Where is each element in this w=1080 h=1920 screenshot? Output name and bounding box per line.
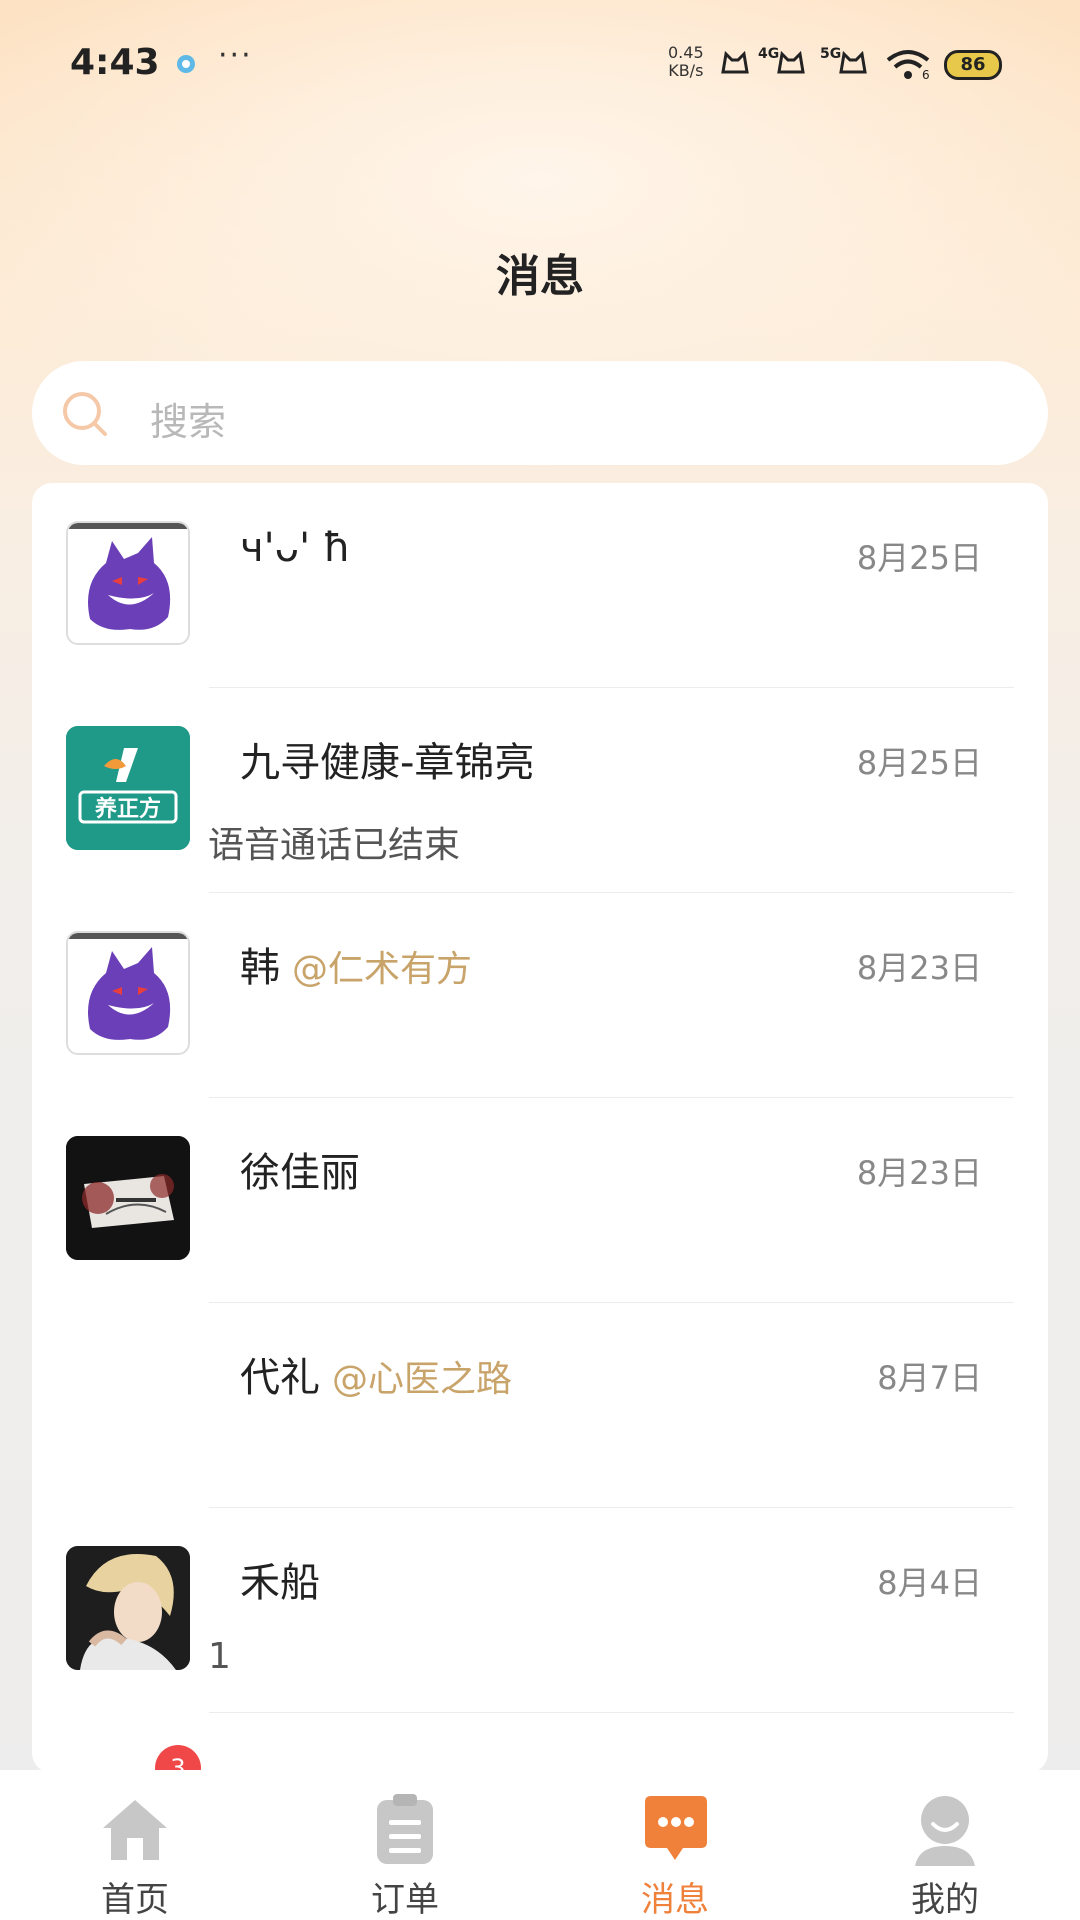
profile-icon — [905, 1790, 985, 1870]
organization-tag: @心医之路 — [332, 1359, 513, 1400]
conversation-date: 8月23日 — [856, 949, 982, 987]
wifi-icon: 6 — [884, 48, 932, 86]
conversation-item[interactable]: 养正方 九寻健康-章锦亮 8月25日 语音通话已结束 — [32, 688, 1048, 893]
search-icon — [60, 389, 110, 439]
page-title: 消息 — [496, 251, 584, 302]
conversation-date: 8月25日 — [856, 539, 982, 577]
logo-avatar-image: 养正方 — [66, 726, 190, 850]
search-placeholder: 搜索 — [150, 400, 227, 444]
net-speed-value: 0.45 — [668, 43, 704, 62]
avatar: 养正方 — [66, 726, 190, 850]
conversation-list: ч'ᴗ' ħ 8月25日 养正方 九寻健康-章锦亮 8月25日 语音通话已结束 — [32, 483, 1048, 1773]
signal-4g-icon — [774, 48, 808, 78]
search-input[interactable]: 搜索 — [32, 361, 1048, 465]
nav-label: 消息 — [641, 1880, 709, 1920]
floral-avatar-image — [66, 1136, 190, 1260]
conversation-name: 禾船 — [240, 1550, 320, 1608]
nav-home[interactable]: 首页 — [55, 1784, 215, 1920]
avatar — [66, 1136, 190, 1260]
nav-label: 首页 — [101, 1880, 169, 1920]
ghost-avatar-image — [68, 933, 188, 1053]
conversation-name: 韩 @仁术有方 — [240, 935, 472, 993]
nav-messages[interactable]: 消息 — [595, 1784, 755, 1920]
conversation-preview: 语音通话已结束 — [208, 825, 461, 866]
conversation-name: 代礼 @心医之路 — [240, 1345, 512, 1403]
svg-text:养正方: 养正方 — [94, 796, 161, 822]
conversation-name: 徐佳丽 — [240, 1140, 360, 1198]
ghost-avatar-image — [68, 523, 188, 643]
conversation-item[interactable]: 韩 @仁术有方 8月23日 — [32, 893, 1048, 1098]
conversation-date: 8月7日 — [877, 1359, 982, 1397]
name-text: 九寻健康-章锦亮 — [240, 740, 535, 786]
conversation-item[interactable]: 徐佳丽 8月23日 — [32, 1098, 1048, 1303]
conversation-name: 九寻健康-章锦亮 — [240, 730, 534, 788]
more-notifications-icon: ··· — [218, 38, 253, 73]
message-icon — [635, 1790, 715, 1870]
conversation-date: 8月4日 — [877, 1564, 982, 1602]
avatar — [66, 931, 190, 1055]
nav-orders[interactable]: 订单 — [325, 1784, 485, 1920]
nav-profile[interactable]: 我的 — [865, 1784, 1025, 1920]
nav-label: 订单 — [371, 1880, 439, 1920]
nav-label: 我的 — [911, 1880, 979, 1920]
conversation-preview: 1 — [208, 1636, 231, 1677]
net-speed-unit: KB/s — [668, 61, 704, 80]
status-bar: 4:43 ··· 0.45 KB/s 4G 5G 6 86 — [0, 0, 1080, 130]
order-icon — [365, 1790, 445, 1870]
cat-signal-icon — [718, 48, 752, 78]
battery-icon: 86 — [944, 50, 1002, 80]
avatar — [66, 1546, 190, 1670]
status-time: 4:43 — [70, 42, 160, 83]
name-text: 韩 — [240, 945, 280, 991]
home-icon — [95, 1790, 175, 1870]
conversation-item[interactable]: ч'ᴗ' ħ 8月25日 — [32, 483, 1048, 688]
conversation-item[interactable]: 代礼 @心医之路 8月7日 — [32, 1303, 1048, 1508]
conversation-item[interactable]: 禾船 8月4日 1 — [32, 1508, 1048, 1713]
conversation-date: 8月23日 — [856, 1154, 982, 1192]
name-text: 代礼 — [240, 1355, 320, 1401]
name-text: ч'ᴗ' ħ — [240, 525, 351, 571]
conversation-date: 8月25日 — [856, 744, 982, 782]
avatar — [66, 521, 190, 645]
app-notification-icon — [174, 52, 198, 82]
bottom-nav: 首页 订单 消息 我的 — [0, 1770, 1080, 1920]
network-speed: 0.45 KB/s — [668, 44, 704, 80]
divider — [209, 1712, 1014, 1713]
signal-5g-icon — [836, 48, 870, 78]
portrait-avatar-image — [66, 1546, 190, 1670]
name-text: 禾船 — [240, 1560, 320, 1606]
name-text: 徐佳丽 — [240, 1150, 360, 1196]
organization-tag: @仁术有方 — [292, 949, 473, 990]
wifi-sub-label: 6 — [922, 68, 930, 82]
conversation-name: ч'ᴗ' ħ — [240, 525, 351, 571]
